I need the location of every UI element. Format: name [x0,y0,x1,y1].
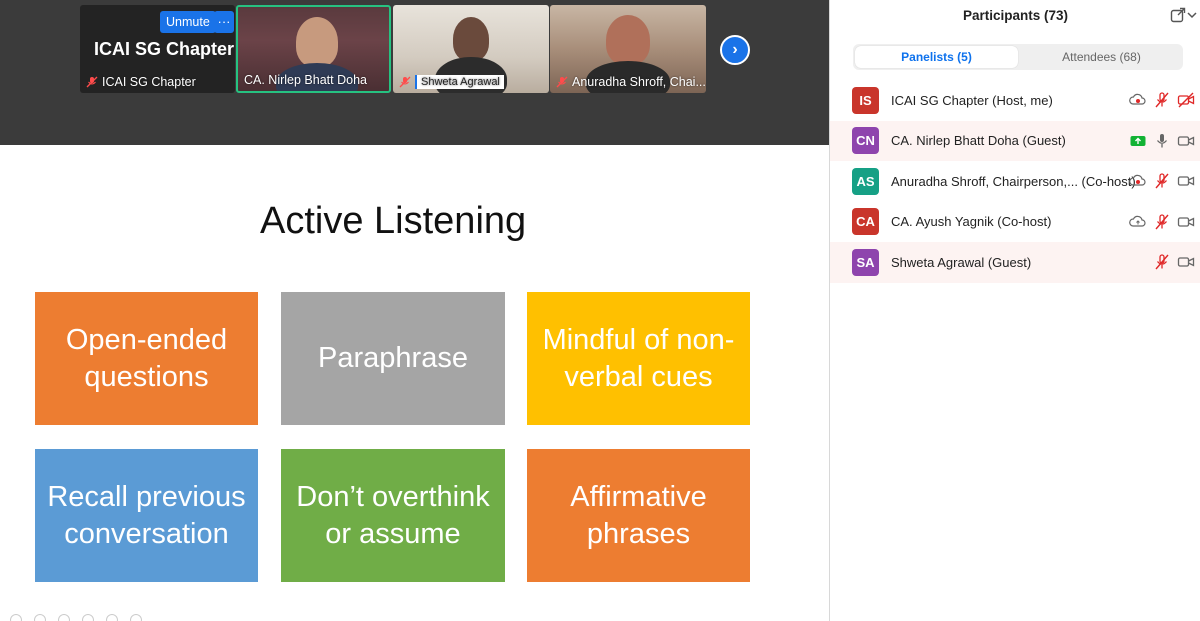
participants-panel: Participants (73) Panelists (5) Attendee… [829,0,1200,621]
tile-name-label: CA. Nirlep Bhatt Doha [244,73,367,87]
toolbar-icon[interactable] [130,614,142,621]
meeting-area: Unmute ··· ICAI SG Chapter ICAI SG Chapt… [0,0,829,621]
slide-box-affirmative: Affirmative phrases [527,449,750,582]
zoom-window: Unmute ··· ICAI SG Chapter ICAI SG Chapt… [0,0,1200,621]
participant-video [606,15,650,65]
slide-title: Active Listening [260,200,527,242]
mic-muted-icon[interactable] [1153,91,1171,109]
avatar: IS [852,86,879,114]
avatar: CA [852,208,879,236]
cloud-icon [1129,215,1146,227]
mic-icon[interactable] [1153,132,1171,150]
unmute-button[interactable]: Unmute [160,11,216,33]
participant-video [453,17,489,61]
slide-box-recall: Recall previous conversation [35,449,258,582]
participant-name: Shweta Agrawal (Guest) [891,254,1032,270]
avatar: CN [852,127,879,155]
mic-muted-icon[interactable] [1153,172,1171,190]
video-icon[interactable] [1177,132,1195,150]
participant-name: ICAI SG Chapter (Host, me) [891,92,1053,108]
next-page-arrow-icon[interactable]: › [720,35,750,65]
participant-name: Anuradha Shroff, Chairperson,... (Co-hos… [891,173,1136,189]
avatar: SA [852,248,879,276]
participant-list: IS ICAI SG Chapter (Host, me) CN CA. Nir… [830,80,1200,283]
participant-status-icons [1129,161,1195,202]
tile-name-text: ICAI SG Chapter [102,75,196,89]
avatar: AS [852,167,879,195]
video-strip: Unmute ··· ICAI SG Chapter ICAI SG Chapt… [0,0,829,145]
popout-icon[interactable] [1170,7,1186,23]
mic-muted-icon [86,76,98,88]
tile-name-label: ICAI SG Chapter [86,75,196,89]
toolbar-icon[interactable] [82,614,94,621]
participant-row[interactable]: SA Shweta Agrawal (Guest) [830,242,1200,283]
participant-video [296,17,338,67]
video-icon[interactable] [1177,172,1195,190]
cloud-record-icon [1129,175,1146,186]
tile-name-label: Anuradha Shroff, Chai... [556,75,706,89]
mic-muted-icon [556,76,568,88]
tile-name-text: Shweta Agrawal [415,75,504,89]
video-icon[interactable] [1177,253,1195,271]
tile-name-text: CA. Nirlep Bhatt Doha [244,73,367,87]
video-icon[interactable] [1177,213,1195,231]
toolbar-icon[interactable] [10,614,22,621]
toolbar-icon[interactable] [34,614,46,621]
video-tile-anuradha[interactable]: Anuradha Shroff, Chai... [550,5,706,93]
participant-row[interactable]: CN CA. Nirlep Bhatt Doha (Guest) [830,120,1200,162]
participant-status-icons [1129,202,1195,243]
participant-status-icons [1129,80,1195,121]
participants-title: Participants (73) [962,8,1069,23]
panelist-attendee-tabs: Panelists (5) Attendees (68) [853,44,1183,70]
mic-muted-icon[interactable] [1153,213,1171,231]
slide-box-open-ended: Open-ended questions [35,292,258,425]
slide-box-mindful: Mindful of non-verbal cues [527,292,750,425]
participant-name: CA. Nirlep Bhatt Doha (Guest) [891,133,1066,149]
participant-status-icons [1129,121,1195,162]
annotation-toolbar [10,614,142,621]
participant-name: CA. Ayush Yagnik (Co-host) [891,214,1052,230]
toolbar-icon[interactable] [58,614,70,621]
tab-panelists[interactable]: Panelists (5) [855,46,1018,68]
toolbar-icon[interactable] [106,614,118,621]
video-tile-nirlep[interactable]: CA. Nirlep Bhatt Doha [236,5,391,93]
tile-display-name: ICAI SG Chapter [94,39,235,59]
participant-row[interactable]: IS ICAI SG Chapter (Host, me) [830,80,1200,121]
slide-box-paraphrase: Paraphrase [281,292,505,425]
tile-name-text: Anuradha Shroff, Chai... [572,75,706,89]
mic-muted-icon [399,76,411,88]
slide-box-dont-overthink: Don’t overthink or assume [281,449,505,582]
video-off-icon[interactable] [1177,91,1195,109]
share-screen-icon [1130,135,1146,146]
participant-status-icons [1153,242,1195,283]
tab-attendees[interactable]: Attendees (68) [1020,44,1183,70]
participant-row[interactable]: CA CA. Ayush Yagnik (Co-host) [830,202,1200,243]
chevron-down-icon[interactable] [1186,7,1198,23]
video-tile-icai-sg-chapter[interactable]: Unmute ··· ICAI SG Chapter ICAI SG Chapt… [80,5,235,93]
mic-muted-icon[interactable] [1153,253,1171,271]
more-options-button[interactable]: ··· [214,11,234,33]
participant-row[interactable]: AS Anuradha Shroff, Chairperson,... (Co-… [830,161,1200,202]
video-tile-shweta[interactable]: Shweta Agrawal [393,5,549,93]
tile-name-label: Shweta Agrawal [399,75,504,89]
cloud-record-icon [1129,94,1146,105]
